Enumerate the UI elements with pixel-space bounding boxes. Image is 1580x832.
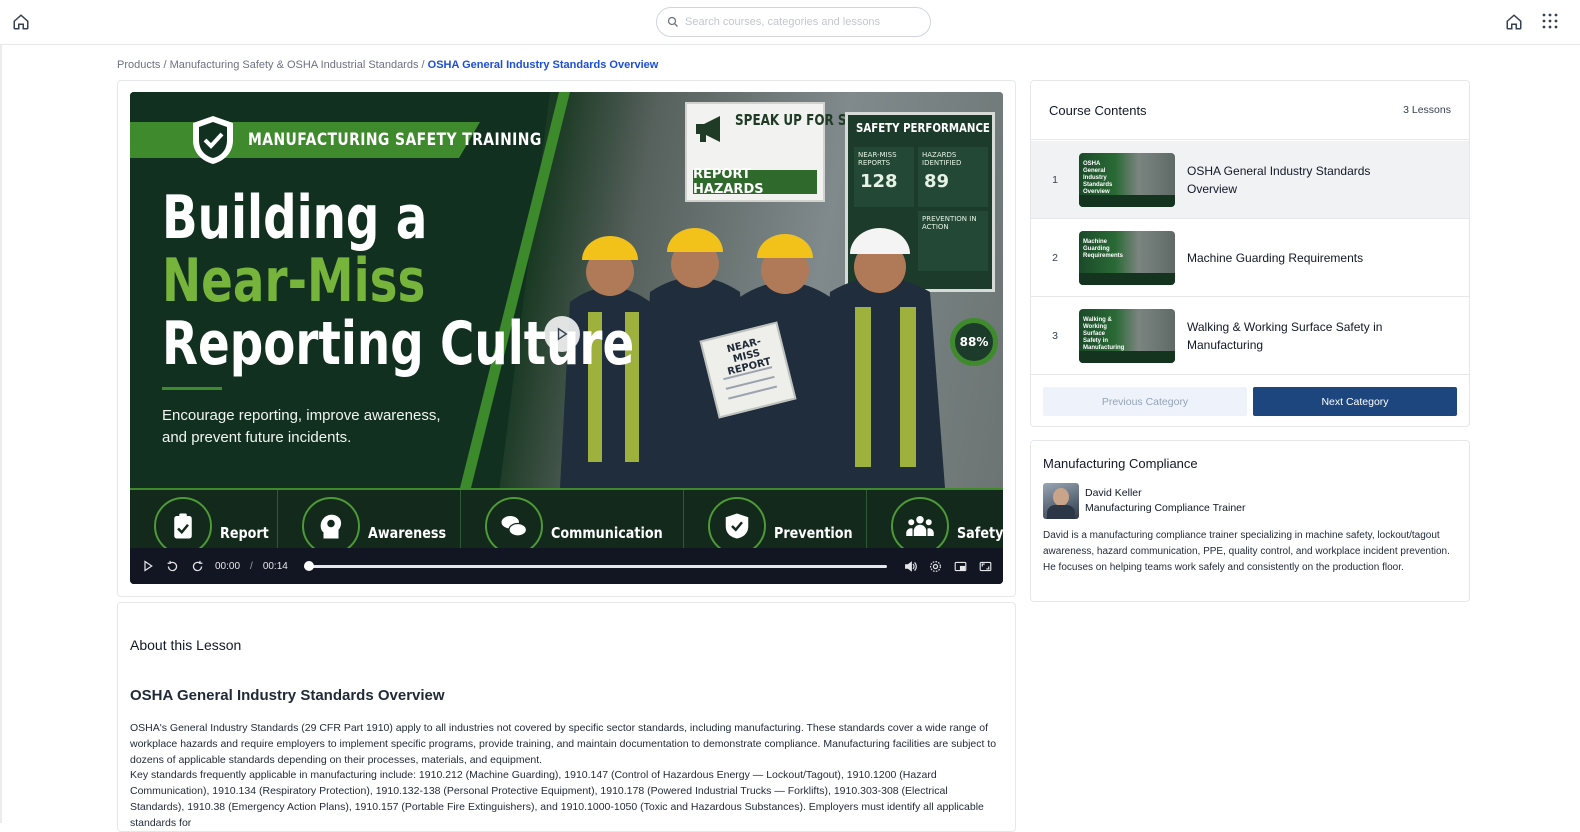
instructor-bio: David is a manufacturing compliance trai… bbox=[1043, 530, 1450, 573]
fullscreen-icon[interactable] bbox=[978, 559, 993, 574]
about-lesson-card: About this Lesson OSHA General Industry … bbox=[117, 602, 1016, 832]
video-title-line: Building a bbox=[162, 183, 428, 253]
video-player[interactable]: SPEAK UP FOR SAFETY REPORT HAZARDS SAFET… bbox=[130, 92, 1003, 584]
lesson-description: OSHA's General Industry Standards (29 CF… bbox=[130, 721, 998, 832]
lesson-count: 3 Lessons bbox=[1403, 104, 1451, 116]
lesson-thumbnail: OSHA General Industry Standards Overview bbox=[1079, 152, 1175, 207]
lesson-title: OSHA General Industry Standards Overview bbox=[130, 687, 445, 704]
rewind-icon[interactable] bbox=[165, 559, 180, 574]
feature-label: Safety Culture bbox=[957, 524, 1003, 542]
breadcrumb-item-category[interactable]: Manufacturing Safety & OSHA Industrial S… bbox=[170, 59, 419, 71]
progress-bar[interactable] bbox=[303, 560, 887, 571]
feature-communication: Communication bbox=[461, 490, 684, 555]
lesson-label: OSHA General Industry Standards Overview bbox=[1187, 163, 1371, 196]
lesson-label: Walking & Working Surface Safety in Manu… bbox=[1187, 319, 1383, 352]
near-miss-label: NEAR-MISS REPORTS bbox=[858, 151, 897, 167]
volume-icon[interactable] bbox=[903, 559, 918, 574]
feature-report: Report bbox=[130, 490, 279, 555]
thumbnail-text: Walking & Working Surface Safety in Manu… bbox=[1083, 316, 1125, 351]
settings-icon[interactable] bbox=[928, 559, 943, 574]
top-bar bbox=[0, 0, 1580, 45]
home-icon[interactable] bbox=[12, 13, 30, 31]
feature-awareness: Awareness bbox=[278, 490, 462, 555]
play-icon[interactable] bbox=[140, 559, 155, 574]
shield-check-icon bbox=[707, 497, 766, 555]
feature-label: Awareness bbox=[368, 524, 447, 542]
play-button[interactable] bbox=[544, 316, 580, 352]
features-strip: Report Awareness Communication Preventio… bbox=[130, 488, 1003, 555]
feature-label: Report bbox=[220, 524, 269, 542]
instructor-card-title: Manufacturing Compliance bbox=[1043, 456, 1198, 471]
thumbnail-strip bbox=[1079, 194, 1175, 207]
search-bar[interactable] bbox=[656, 7, 931, 37]
feature-safety-culture: Safety Culture bbox=[867, 490, 1003, 555]
grid-menu-icon[interactable] bbox=[1542, 13, 1558, 29]
instructor-role: Manufacturing Compliance Trainer bbox=[1085, 502, 1246, 514]
lesson-label: Machine Guarding Requirements bbox=[1187, 250, 1364, 265]
forward-icon[interactable] bbox=[190, 559, 205, 574]
feature-label: Communication bbox=[551, 524, 663, 542]
lesson-thumbnail: Machine Guarding Requirements bbox=[1079, 230, 1175, 285]
left-edge bbox=[0, 45, 2, 823]
lesson-number: 2 bbox=[1052, 251, 1058, 264]
about-label: About this Lesson bbox=[130, 637, 242, 653]
avatar-head bbox=[1053, 488, 1069, 506]
video-title-line: Near-Miss bbox=[162, 246, 426, 316]
avatar-body bbox=[1047, 505, 1075, 519]
lesson-number: 1 bbox=[1052, 173, 1058, 186]
breadcrumb-separator: / bbox=[421, 59, 425, 71]
lesson-item-1[interactable]: 1 OSHA General Industry Standards Overvi… bbox=[1031, 141, 1469, 219]
lesson-thumbnail: Walking & Working Surface Safety in Manu… bbox=[1079, 308, 1175, 363]
previous-category-button[interactable]: Previous Category bbox=[1043, 387, 1247, 416]
performance-title: SAFETY PERFORMANCE bbox=[856, 121, 990, 135]
course-contents-title: Course Contents bbox=[1049, 103, 1147, 118]
thumbnail-text: Machine Guarding Requirements bbox=[1083, 238, 1124, 259]
progress-knob[interactable] bbox=[303, 560, 314, 571]
play-icon bbox=[557, 327, 568, 341]
search-input[interactable] bbox=[685, 16, 905, 28]
breadcrumb-separator: / bbox=[163, 59, 167, 71]
feature-label: Prevention bbox=[773, 524, 853, 542]
megaphone-icon bbox=[696, 116, 720, 142]
clipboard-icon bbox=[154, 497, 212, 555]
lesson-paragraph: Key standards frequently applicable in m… bbox=[130, 769, 984, 829]
thumbnail-strip bbox=[1079, 350, 1175, 363]
time-separator: / bbox=[250, 560, 253, 572]
lesson-item-3[interactable]: 3 Walking & Working Surface Safety in Ma… bbox=[1031, 297, 1469, 375]
feature-prevention: Prevention bbox=[684, 490, 868, 555]
lesson-paragraph: OSHA's General Industry Standards (29 CF… bbox=[130, 722, 997, 766]
video-controls: 00:00 / 00:14 bbox=[130, 548, 1003, 584]
breadcrumb-current: OSHA General Industry Standards Overview bbox=[427, 59, 659, 71]
home-icon[interactable] bbox=[1505, 13, 1523, 31]
current-time: 00:00 bbox=[215, 560, 241, 572]
chat-bubbles-icon bbox=[485, 497, 544, 555]
head-lightbulb-icon bbox=[302, 497, 361, 555]
people-group-icon bbox=[891, 497, 950, 555]
thumbnail-text: OSHA General Industry Standards Overview bbox=[1083, 160, 1113, 195]
avatar bbox=[1043, 483, 1079, 519]
breadcrumb: Products / Manufacturing Safety & OSHA I… bbox=[117, 59, 658, 71]
training-banner-text: MANUFACTURING SAFETY TRAINING bbox=[248, 130, 542, 150]
lesson-number: 3 bbox=[1052, 329, 1058, 342]
search-icon bbox=[667, 16, 678, 27]
category-navigation: Previous Category Next Category bbox=[1043, 387, 1457, 416]
clipboard-line bbox=[728, 385, 778, 400]
pip-icon[interactable] bbox=[953, 559, 968, 574]
instructor-name: David Keller bbox=[1085, 487, 1142, 499]
breadcrumb-item-products[interactable]: Products bbox=[117, 59, 160, 71]
thumbnail-strip bbox=[1079, 272, 1175, 285]
next-category-button[interactable]: Next Category bbox=[1253, 387, 1457, 416]
hazards-label: HAZARDS IDENTIFIED bbox=[922, 151, 962, 167]
shield-check-icon bbox=[193, 116, 233, 164]
course-contents-card: Course Contents 3 Lessons 1 OSHA General… bbox=[1030, 80, 1470, 427]
lesson-item-2[interactable]: 2 Machine Guarding Requirements Machine … bbox=[1031, 219, 1469, 297]
video-card: SPEAK UP FOR SAFETY REPORT HAZARDS SAFET… bbox=[117, 80, 1016, 597]
instructor-card: Manufacturing Compliance David Keller Ma… bbox=[1030, 440, 1470, 602]
total-time: 00:14 bbox=[262, 560, 288, 572]
video-subtitle: Encourage reporting, improve awareness, … bbox=[162, 407, 441, 446]
course-contents-header: Course Contents 3 Lessons bbox=[1031, 81, 1469, 140]
title-divider bbox=[162, 387, 222, 390]
